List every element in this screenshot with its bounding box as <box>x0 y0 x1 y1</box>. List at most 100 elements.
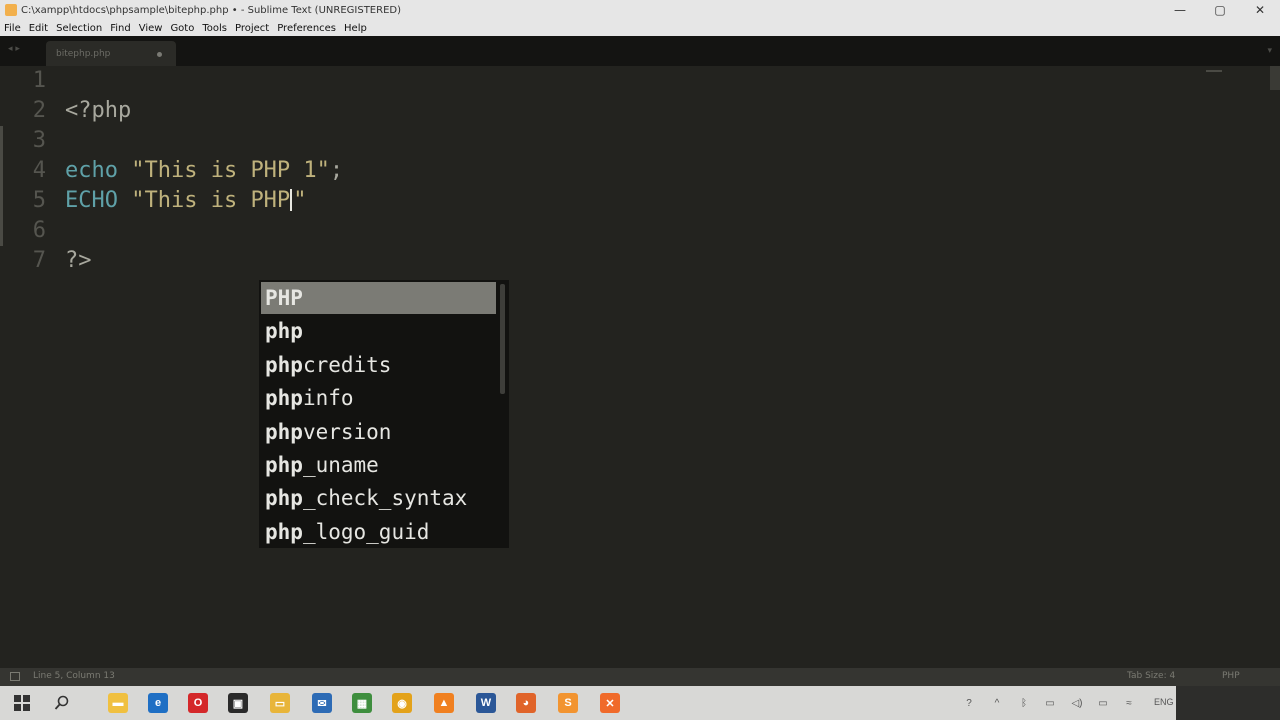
menu-project[interactable]: Project <box>231 23 273 34</box>
autocomplete-option[interactable]: php_logo_guid <box>259 516 497 549</box>
line-number: 6 <box>32 218 46 243</box>
status-bar: Line 5, Column 13 Tab Size: 4 PHP <box>0 668 1280 686</box>
opera-icon[interactable]: O <box>188 693 208 713</box>
line-number: 1 <box>32 68 46 93</box>
vlc-icon[interactable]: ▲ <box>434 693 454 713</box>
menu-goto[interactable]: Goto <box>166 23 198 34</box>
completion-rest: credits <box>302 352 392 377</box>
tray-dark-area <box>1176 686 1280 720</box>
completion-rest: _uname <box>302 453 379 477</box>
completion-rest: info <box>302 386 354 411</box>
windows-start-icon[interactable] <box>12 693 32 713</box>
menu-view[interactable]: View <box>135 23 167 34</box>
menu-file[interactable]: File <box>0 23 25 34</box>
autocomplete-option[interactable]: PHP <box>261 282 496 314</box>
xampp-icon[interactable]: ✕ <box>600 693 620 713</box>
menu-tools[interactable]: Tools <box>198 23 231 34</box>
tray-icon[interactable]: ≈ <box>1122 696 1136 710</box>
search-icon[interactable] <box>52 693 72 713</box>
code-line[interactable]: 4 echo "This is PHP 1"; <box>0 156 1200 186</box>
mail-icon[interactable]: ✉ <box>312 693 332 713</box>
autocomplete-scrollbar[interactable] <box>500 284 505 394</box>
autocomplete-popup: PHP php phpcredits phpinfo phpversion php_una… <box>259 280 509 548</box>
editor-scrollbar[interactable] <box>1270 66 1280 90</box>
edge-icon[interactable]: e <box>148 693 168 713</box>
match-highlight: php <box>265 419 303 444</box>
tab-size-indicator[interactable]: Tab Size: 4 <box>1127 671 1175 681</box>
tab-dropdown-icon[interactable]: ▾ <box>1267 46 1272 56</box>
firefox-icon[interactable]: ◕ <box>516 693 536 713</box>
keyword-token: ECHO <box>65 188 118 213</box>
window-title: C:\xampp\htdocs\phpsample\bitephp.php • … <box>21 4 401 16</box>
folder-icon[interactable]: ▭ <box>270 693 290 713</box>
match-highlight: PHP <box>265 286 303 310</box>
match-highlight: php <box>265 386 303 411</box>
language-indicator[interactable]: ENG <box>1154 697 1174 707</box>
sublime-app-icon <box>5 4 17 16</box>
line-number: 4 <box>32 158 46 183</box>
word-icon[interactable]: W <box>476 693 496 713</box>
line-number: 7 <box>32 248 46 273</box>
code-text[interactable]: echo "This is PHP 1"; <box>65 156 343 186</box>
code-token: <?php <box>65 98 132 123</box>
completion-rest: _check_syntax <box>302 486 468 511</box>
match-highlight: php <box>265 519 303 544</box>
code-line[interactable]: 5 ECHO "This is PHP " <box>0 186 1200 216</box>
autocomplete-option[interactable]: php <box>259 315 497 348</box>
sheets-icon[interactable]: ▦ <box>352 693 372 713</box>
maximize-button[interactable]: ▢ <box>1200 0 1240 20</box>
string-token: " <box>293 188 307 213</box>
minimize-button[interactable]: — <box>1160 0 1200 20</box>
code-text[interactable]: ?> <box>65 246 92 276</box>
code-line[interactable]: 7 ?> <box>0 246 1200 276</box>
chrome-icon[interactable]: ◉ <box>392 693 412 713</box>
autocomplete-option[interactable]: phpinfo <box>259 382 497 415</box>
string-token: "This is PHP <box>131 188 291 213</box>
match-highlight: php <box>265 352 303 377</box>
autocomplete-option[interactable]: php_check_syntax <box>259 482 497 515</box>
syntax-indicator[interactable]: PHP <box>1222 671 1240 681</box>
tray-icon[interactable]: ▭ <box>1096 696 1110 710</box>
tab-bitephp[interactable]: bitephp.php <box>46 41 176 66</box>
code-token: ; <box>329 158 344 183</box>
title-bar[interactable]: C:\xampp\htdocs\phpsample\bitephp.php • … <box>0 0 1280 20</box>
minimap-viewport[interactable] <box>1206 70 1222 72</box>
tray-icon[interactable]: ▭ <box>1043 696 1057 710</box>
code-line[interactable]: 6 <box>0 216 1200 246</box>
store-icon[interactable]: ▣ <box>228 693 248 713</box>
menu-find[interactable]: Find <box>106 23 135 34</box>
tray-icon[interactable]: ^ <box>990 696 1004 710</box>
file-explorer-icon[interactable]: ▬ <box>108 693 128 713</box>
panel-toggle-icon[interactable] <box>10 672 20 681</box>
code-line[interactable]: 3 <box>0 126 1200 156</box>
autocomplete-option[interactable]: phpversion <box>259 416 497 449</box>
sublime-text-icon[interactable]: S <box>558 693 578 713</box>
modified-dot-icon[interactable] <box>157 52 162 57</box>
line-number: 3 <box>32 128 46 153</box>
menu-bar: File Edit Selection Find View Goto Tools… <box>0 20 1280 36</box>
close-button[interactable]: ✕ <box>1240 0 1280 20</box>
code-text[interactable]: ECHO "This is PHP " <box>65 186 306 216</box>
menu-edit[interactable]: Edit <box>25 23 52 34</box>
menu-preferences[interactable]: Preferences <box>273 23 340 34</box>
code-line[interactable]: 1 <box>0 66 1200 96</box>
completion-rest: _logo_guid <box>302 519 430 544</box>
autocomplete-option[interactable]: phpcredits <box>259 349 497 382</box>
tray-icon[interactable]: ᛒ <box>1017 696 1031 710</box>
menu-help[interactable]: Help <box>340 23 371 34</box>
tray-icon[interactable]: ? <box>962 696 976 710</box>
tab-nav-arrows-icon[interactable]: ◂ ▸ <box>8 44 20 54</box>
keyword-token: echo <box>65 158 118 183</box>
match-highlight: php <box>265 453 303 477</box>
autocomplete-option[interactable]: php_uname <box>259 449 497 482</box>
code-text[interactable]: <?php <box>65 96 131 126</box>
editor-area[interactable]: 1 2 <?php 3 4 echo "This is PHP 1"; 5 ECHO "Thi… <box>0 66 1280 668</box>
code-token: ?> <box>65 248 92 273</box>
code-line[interactable]: 2 <?php <box>0 96 1200 126</box>
menu-selection[interactable]: Selection <box>52 23 106 34</box>
tab-label: bitephp.php <box>56 49 111 59</box>
line-number: 5 <box>32 188 46 213</box>
tray-icon[interactable]: ◁) <box>1070 696 1084 710</box>
